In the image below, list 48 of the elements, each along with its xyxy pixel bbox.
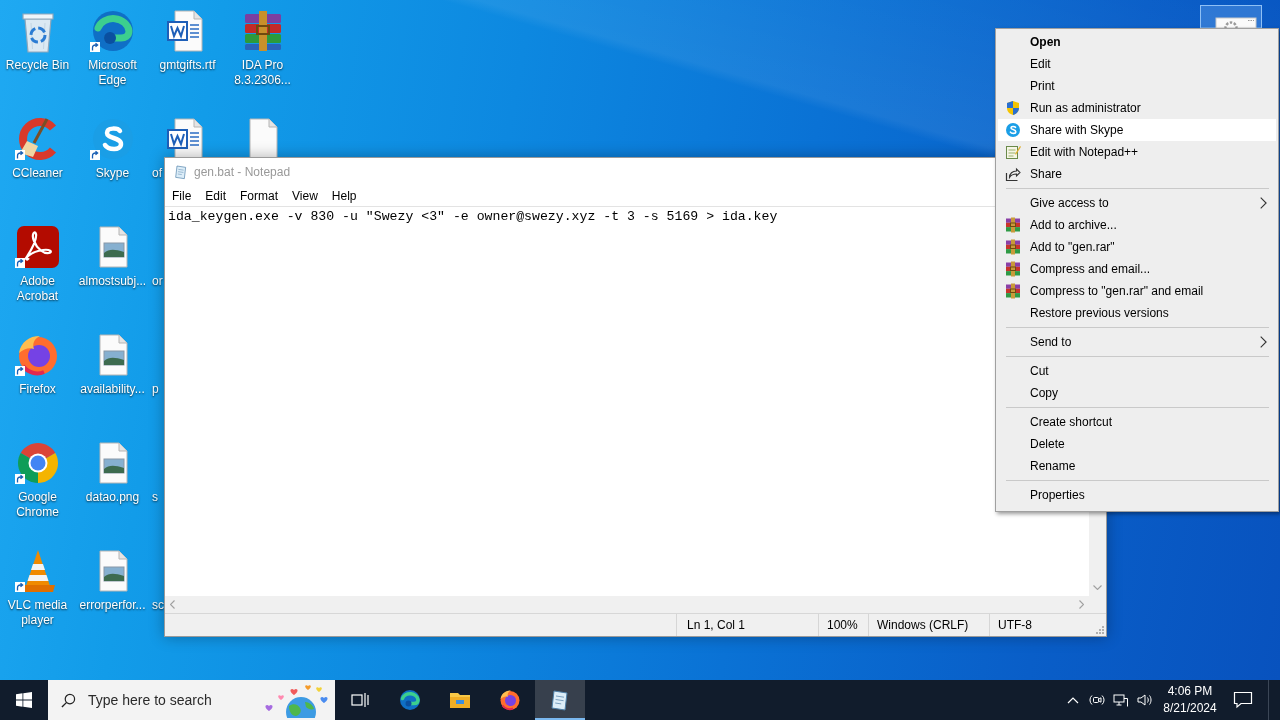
menu-item[interactable]: Share <box>998 163 1276 185</box>
window-title: gen.bat - Notepad <box>194 165 291 179</box>
menu-item[interactable]: Edit with Notepad++ <box>998 141 1276 163</box>
archive-books-icon <box>1005 239 1021 255</box>
menu-bar-item[interactable]: File <box>165 186 199 206</box>
taskbar-app-button[interactable] <box>535 680 585 720</box>
shortcut-arrow-icon <box>89 42 100 52</box>
cursor-position: Ln 1, Col 1 <box>676 614 818 636</box>
menu-bar-item[interactable]: Format <box>233 186 286 206</box>
menu-item[interactable]: Open <box>998 31 1276 53</box>
shortcut-arrow-icon <box>14 474 25 484</box>
shortcut-arrow-icon <box>89 150 100 160</box>
shortcut-arrow-icon <box>14 258 25 268</box>
shortcut-arrow-icon <box>14 366 25 376</box>
notification-icon[interactable] <box>1233 691 1253 709</box>
search-field[interactable]: Type here to search <box>88 692 261 708</box>
clock-date[interactable]: 8/21/2024 <box>1163 700 1217 717</box>
volume-icon[interactable] <box>1137 692 1153 708</box>
windows-logo-icon <box>16 692 32 708</box>
archive-books-icon <box>1005 217 1021 233</box>
shortcut-arrow-icon <box>14 150 25 160</box>
menu-item[interactable]: Share with Skype <box>998 119 1276 141</box>
shortcut-arrow-icon <box>14 582 25 592</box>
archive-books-icon <box>1005 283 1021 299</box>
menu-item[interactable]: Run as administrator <box>998 97 1276 119</box>
archive-books-icon <box>1005 261 1021 277</box>
firefox-icon <box>498 688 522 712</box>
notepad-pencil-icon <box>1005 144 1021 160</box>
shield-icon <box>1005 100 1021 116</box>
edge-icon <box>398 688 422 712</box>
skype-icon <box>1005 122 1021 138</box>
task-view-icon <box>351 692 369 708</box>
menu-bar-item[interactable]: View <box>285 186 325 206</box>
menu-bar-item[interactable]: Help <box>324 186 364 206</box>
line-ending: Windows (CRLF) <box>868 614 989 636</box>
text-encoding: UTF-8 <box>989 614 1092 636</box>
caret-up-icon <box>1067 696 1079 704</box>
share-icon <box>1005 166 1021 182</box>
notepad-icon <box>173 164 189 180</box>
video-camera-icon[interactable] <box>1089 692 1105 708</box>
menu-item[interactable]: Print <box>998 75 1276 97</box>
menu-bar-item[interactable]: Edit <box>198 186 234 206</box>
resize-grip-icon[interactable] <box>1095 625 1104 634</box>
zoom-level: 100% <box>818 614 868 636</box>
network-icon[interactable] <box>1113 692 1129 708</box>
menu-item[interactable]: Edit <box>998 53 1276 75</box>
search-icon <box>61 692 76 708</box>
clock-time[interactable]: 4:06 PM <box>1167 683 1213 700</box>
